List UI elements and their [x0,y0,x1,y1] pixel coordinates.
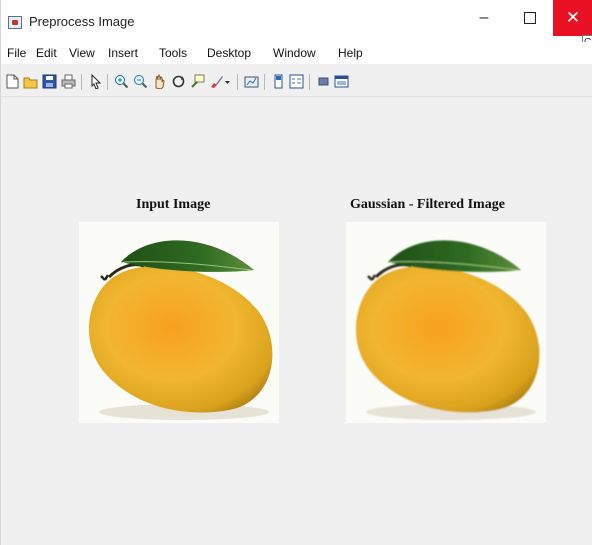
menu-tools[interactable]: Tools [159,46,187,60]
minimize-button[interactable]: – [461,0,507,36]
brush-icon[interactable] [209,74,224,89]
title-bar: Preprocess Image – ✕ C [1,0,592,51]
colorbar-icon[interactable] [271,74,286,89]
menu-desktop[interactable]: Desktop [207,46,251,60]
maximize-icon [524,12,536,24]
window-title: Preprocess Image [29,14,135,29]
link-plot-icon[interactable] [244,74,259,89]
matlab-figure-icon [8,16,22,29]
input-image [79,222,279,423]
toolbar-separator [81,74,82,90]
menu-file[interactable]: File [7,46,26,60]
toolbar-separator [107,74,108,90]
menu-edit[interactable]: Edit [36,46,57,60]
open-file-icon[interactable] [23,74,38,89]
rotate-3d-icon[interactable] [171,74,186,89]
pointer-icon[interactable] [88,73,103,90]
menu-view[interactable]: View [69,46,95,60]
save-icon[interactable] [42,74,57,89]
input-image-title: Input Image [136,197,211,212]
zoom-in-icon[interactable] [114,74,129,89]
data-cursor-icon[interactable] [190,74,205,89]
zoom-out-icon[interactable] [133,74,148,89]
menu-insert[interactable]: Insert [108,46,138,60]
print-icon[interactable] [61,74,76,89]
filtered-image-title: Gaussian - Filtered Image [350,197,505,212]
hide-plot-tools-icon[interactable] [316,74,331,89]
legend-icon[interactable] [289,74,304,89]
gaussian-filtered-image [346,222,546,423]
show-plot-tools-icon[interactable] [334,74,349,89]
figure-toolbar [1,66,592,97]
brush-dropdown-icon[interactable] [224,74,232,89]
menu-bar: File Edit View Insert Tools Desktop Wind… [1,42,592,64]
figure-window: Preprocess Image – ✕ C File Edit View In… [0,0,592,545]
new-figure-icon[interactable] [5,74,20,89]
maximize-button[interactable] [507,0,553,36]
pan-icon[interactable] [152,73,167,90]
toolbar-separator [264,74,265,90]
toolbar-separator [237,74,238,90]
menu-window[interactable]: Window [273,46,316,60]
close-button[interactable]: ✕ [553,0,592,36]
menu-help[interactable]: Help [338,46,363,60]
toolbar-separator [309,74,310,90]
